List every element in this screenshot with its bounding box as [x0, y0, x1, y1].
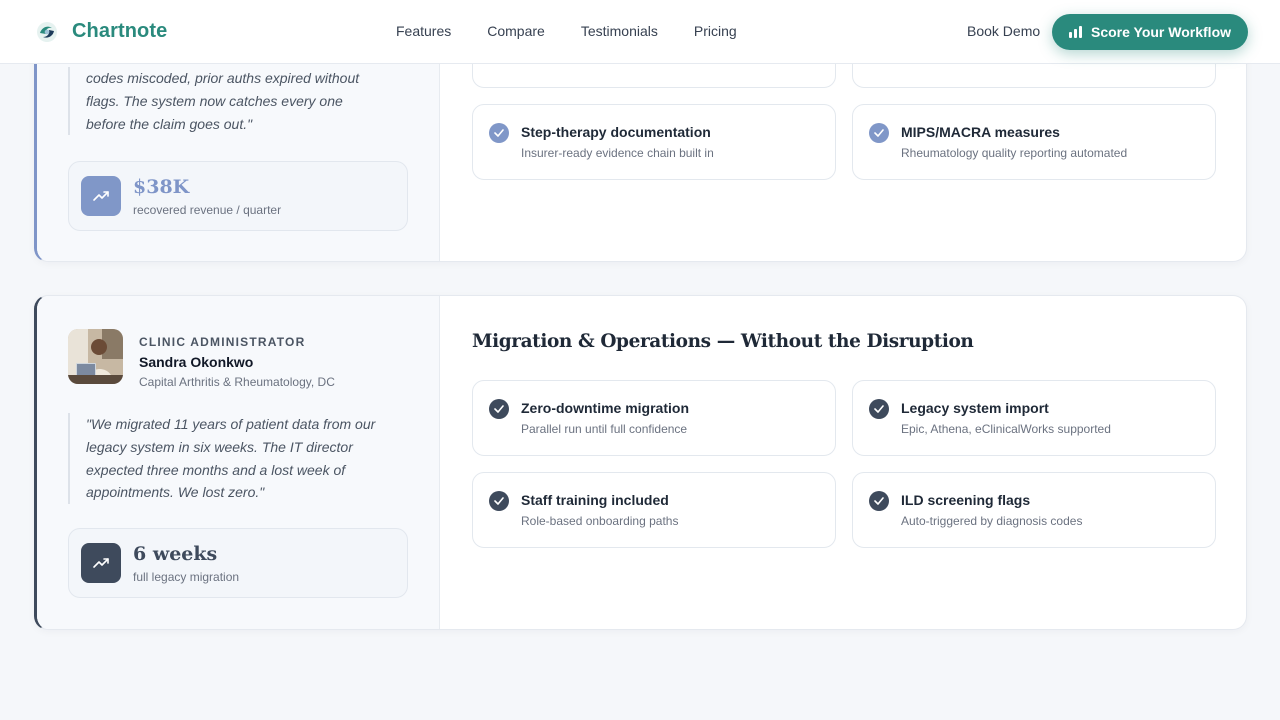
- logo-mark-icon: [37, 21, 57, 42]
- testimonial-card-2: CLINIC ADMINISTRATOR Sandra Okonkwo Capi…: [34, 295, 1247, 630]
- person-role: CLINIC ADMINISTRATOR: [139, 335, 306, 349]
- avatar: [68, 329, 123, 384]
- brand-name: Chartnote: [72, 20, 168, 42]
- check-circle-icon: [869, 399, 889, 419]
- trending-up-icon: [81, 543, 121, 583]
- nav-features[interactable]: Features: [396, 23, 451, 39]
- feature-panel: Migration & Operations — Without the Dis…: [440, 296, 1246, 629]
- feature-description: Epic, Athena, eClinicalWorks supported: [901, 422, 1111, 436]
- check-circle-icon: [489, 123, 509, 143]
- check-circle-icon: [489, 491, 509, 511]
- stat-box: 6 weeks full legacy migration: [68, 528, 408, 598]
- feature-description: Role-based onboarding paths: [521, 514, 679, 528]
- nav-pricing[interactable]: Pricing: [694, 23, 737, 39]
- cta-label: Score Your Workflow: [1090, 24, 1232, 40]
- feature-item: Step-therapy documentation Insurer-ready…: [472, 104, 836, 180]
- testimonial-panel: CLINIC ADMINISTRATOR Sandra Okonkwo Capi…: [37, 296, 440, 629]
- feature-title: MIPS/MACRA measures: [901, 124, 1060, 140]
- feature-title: Staff training included: [521, 492, 669, 508]
- feature-item: ILD screening flags Auto-triggered by di…: [852, 472, 1216, 548]
- check-circle-icon: [869, 491, 889, 511]
- main-nav: Features Compare Testimonials Pricing: [396, 23, 737, 39]
- stat-label: full legacy migration: [133, 570, 240, 584]
- bar-chart-icon: [1068, 26, 1082, 38]
- stat-value: 6 weeks: [133, 543, 218, 565]
- logo[interactable]: Chartnote: [36, 20, 167, 43]
- feature-description: Rheumatology quality reporting automated: [901, 146, 1128, 160]
- check-circle-icon: [869, 123, 889, 143]
- feature-item: Staff training included Role-based onboa…: [472, 472, 836, 548]
- feature-title: ILD screening flags: [901, 492, 1031, 508]
- section-title: Migration & Operations — Without the Dis…: [472, 331, 974, 352]
- stat-value: $38K: [133, 176, 190, 198]
- check-circle-icon: [489, 399, 509, 419]
- clinic-name: Capital Arthritis & Rheumatology, DC: [139, 375, 335, 389]
- person-name: Sandra Okonkwo: [139, 354, 254, 370]
- feature-item: Zero-downtime migration Parallel run unt…: [472, 380, 836, 456]
- feature-title: Legacy system import: [901, 400, 1049, 416]
- feature-description: Insurer-ready evidence chain built in: [521, 146, 714, 160]
- stat-label: recovered revenue / quarter: [133, 203, 282, 217]
- stat-box: $38K recovered revenue / quarter: [68, 161, 408, 231]
- site-header: Chartnote Features Compare Testimonials …: [0, 0, 1280, 64]
- feature-description: Parallel run until full confidence: [521, 422, 688, 436]
- nav-testimonials[interactable]: Testimonials: [581, 23, 658, 39]
- feature-description: Auto-triggered by diagnosis codes: [901, 514, 1083, 528]
- feature-title: Zero-downtime migration: [521, 400, 689, 416]
- testimonial-quote: codes miscoded, prior auths expired with…: [68, 67, 378, 136]
- feature-item: MIPS/MACRA measures Rheumatology quality…: [852, 104, 1216, 180]
- feature-item: Legacy system import Epic, Athena, eClin…: [852, 380, 1216, 456]
- book-demo-link[interactable]: Book Demo: [967, 23, 1040, 39]
- feature-title: Step-therapy documentation: [521, 124, 711, 140]
- nav-compare[interactable]: Compare: [487, 23, 545, 39]
- testimonial-quote: "We migrated 11 years of patient data fr…: [68, 413, 378, 505]
- score-workflow-button[interactable]: Score Your Workflow: [1052, 14, 1248, 50]
- trending-up-icon: [81, 176, 121, 216]
